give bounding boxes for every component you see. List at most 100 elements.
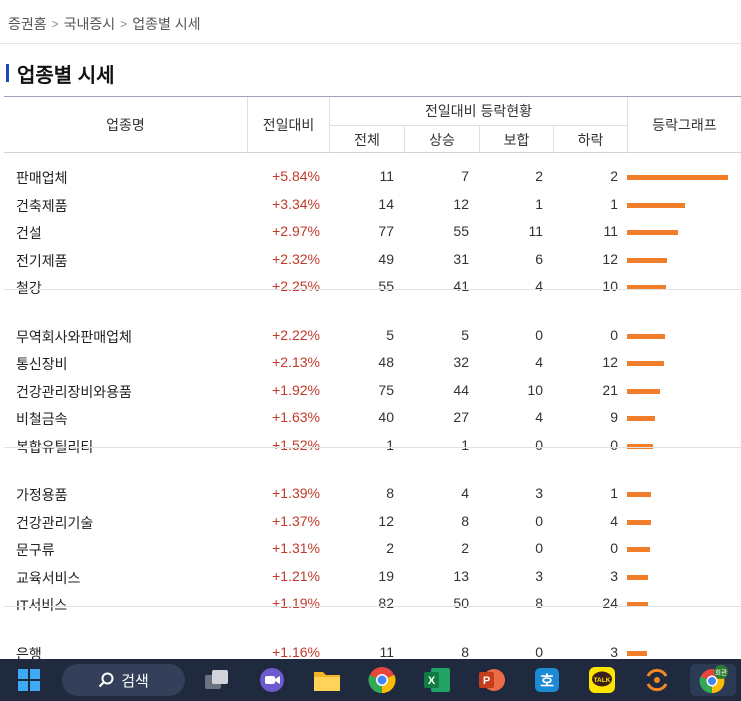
- total-count: 75: [378, 382, 394, 398]
- table-row: 건강관리기술 +1.37% 12 8 0 4: [4, 509, 741, 535]
- sector-name-link[interactable]: 건축제품: [16, 196, 68, 216]
- sector-name-link[interactable]: 무역회사와판매업체: [16, 327, 132, 347]
- down-count: 12: [602, 251, 618, 267]
- sector-name-link[interactable]: 건설: [16, 223, 42, 243]
- sector-name-link[interactable]: 문구류: [16, 540, 55, 560]
- change-rate: +1.92%: [272, 382, 320, 398]
- down-count: 2: [610, 168, 618, 184]
- col-total-header: 전체: [354, 131, 380, 148]
- flat-count: 10: [527, 382, 543, 398]
- table-row: 복합유틸리티 +1.52% 1 1 0 0: [4, 433, 741, 459]
- sector-name-link[interactable]: 통신장비: [16, 354, 68, 374]
- sector-name-link[interactable]: 건강관리장비와용품: [16, 382, 132, 402]
- total-count: 19: [378, 568, 394, 584]
- table-row: 전기제품 +2.32% 49 31 6 12: [4, 247, 741, 273]
- up-count: 44: [453, 382, 469, 398]
- change-rate: +2.22%: [272, 327, 320, 343]
- sector-name-link[interactable]: 판매업체: [16, 168, 68, 188]
- change-graph-bar: [627, 258, 667, 263]
- col-graph-header: 등락그래프: [652, 117, 717, 133]
- table-row: 건축제품 +3.34% 14 12 1 1: [4, 192, 741, 218]
- change-graph-bar: [627, 575, 648, 580]
- down-count: 21: [602, 382, 618, 398]
- breadcrumb-domestic[interactable]: 국내증시: [64, 14, 116, 34]
- down-count: 10: [602, 278, 618, 294]
- powerpoint-icon[interactable]: P: [476, 664, 508, 696]
- change-rate: +1.16%: [272, 644, 320, 660]
- video-call-icon[interactable]: [256, 664, 288, 696]
- flat-count: 11: [528, 223, 543, 239]
- sector-name-link[interactable]: 비철금속: [16, 409, 68, 429]
- col-flat-header: 보합: [503, 131, 530, 148]
- change-graph-bar: [627, 230, 678, 235]
- col-down-header: 하락: [577, 131, 604, 148]
- total-count: 2: [386, 540, 394, 556]
- table-row: 건설 +2.97% 77 55 11 11: [4, 219, 741, 245]
- total-count: 5: [386, 327, 394, 343]
- flat-count: 4: [535, 278, 543, 294]
- table-row: 교육서비스 +1.21% 19 13 3 3: [4, 564, 741, 590]
- title-accent-bar: [6, 64, 9, 82]
- chrome-icon[interactable]: [366, 664, 398, 696]
- sector-name-link[interactable]: 교육서비스: [16, 568, 80, 588]
- hangul-glyph: 호: [540, 672, 554, 690]
- up-count: 13: [453, 568, 469, 584]
- task-view-icon[interactable]: [201, 664, 233, 696]
- breadcrumb-current[interactable]: 업종별 시세: [132, 14, 200, 34]
- change-rate: +1.31%: [272, 540, 320, 556]
- up-count: 5: [461, 327, 469, 343]
- table-row: IT서비스 +1.19% 82 50 8 24: [4, 591, 741, 617]
- down-count: 24: [602, 595, 618, 611]
- table-row: 통신장비 +2.13% 48 32 4 12: [4, 350, 741, 376]
- table-row: 비철금속 +1.63% 40 27 4 9: [4, 405, 741, 431]
- hangul-word-icon[interactable]: 호: [531, 664, 563, 696]
- flat-count: 0: [535, 513, 543, 529]
- table-row: 가정용품 +1.39% 8 4 3 1: [4, 481, 741, 507]
- chevron-right-icon: >: [51, 17, 59, 31]
- up-count: 8: [461, 513, 469, 529]
- flat-count: 4: [535, 354, 543, 370]
- up-count: 4: [461, 485, 469, 501]
- divider: [0, 43, 741, 44]
- up-count: 8: [461, 644, 469, 660]
- change-graph-bar: [627, 203, 685, 208]
- sector-name-link[interactable]: 건강관리기술: [16, 513, 93, 533]
- up-count: 7: [461, 168, 469, 184]
- sector-name-link[interactable]: 가정용품: [16, 485, 68, 505]
- group-separator: [4, 605, 741, 607]
- col-group-header: 전일대비 등락현황: [425, 103, 532, 119]
- total-count: 8: [386, 485, 394, 501]
- flat-count: 0: [535, 644, 543, 660]
- up-count: 2: [461, 540, 469, 556]
- search-icon: [98, 672, 114, 688]
- table-header: 업종명 전일대비 전일대비 등락현황 전체 상승 보합 하락 등락그래프: [4, 96, 741, 153]
- change-rate: +2.25%: [272, 278, 320, 294]
- kakaotalk-icon[interactable]: TALK: [586, 664, 618, 696]
- change-rate: +3.34%: [272, 196, 320, 212]
- breadcrumb-home[interactable]: 증권홈: [8, 14, 47, 34]
- total-count: 12: [378, 513, 394, 529]
- change-graph-bar: [627, 547, 650, 552]
- up-count: 41: [453, 278, 469, 294]
- total-count: 40: [378, 409, 394, 425]
- flat-count: 0: [535, 437, 543, 453]
- kakao-talk-label: TALK: [594, 677, 611, 684]
- svg-text:P: P: [483, 675, 490, 687]
- flat-count: 1: [535, 196, 543, 212]
- file-explorer-icon[interactable]: [311, 664, 343, 696]
- windows-start-icon[interactable]: [13, 664, 45, 696]
- down-count: 9: [610, 409, 618, 425]
- down-count: 3: [610, 568, 618, 584]
- profile-badge: 회관: [715, 668, 727, 677]
- change-rate: +1.63%: [272, 409, 320, 425]
- taskbar-search-label: 검색: [121, 672, 149, 690]
- sector-name-link[interactable]: 전기제품: [16, 251, 68, 271]
- page-title: 업종별 시세: [6, 60, 115, 87]
- orange-app-icon[interactable]: [641, 664, 673, 696]
- change-rate: +1.37%: [272, 513, 320, 529]
- up-count: 50: [453, 595, 469, 611]
- chrome-profile-icon[interactable]: 회관: [690, 664, 736, 696]
- excel-icon[interactable]: X: [421, 664, 453, 696]
- flat-count: 3: [535, 485, 543, 501]
- taskbar-search-button[interactable]: 검색: [62, 664, 185, 696]
